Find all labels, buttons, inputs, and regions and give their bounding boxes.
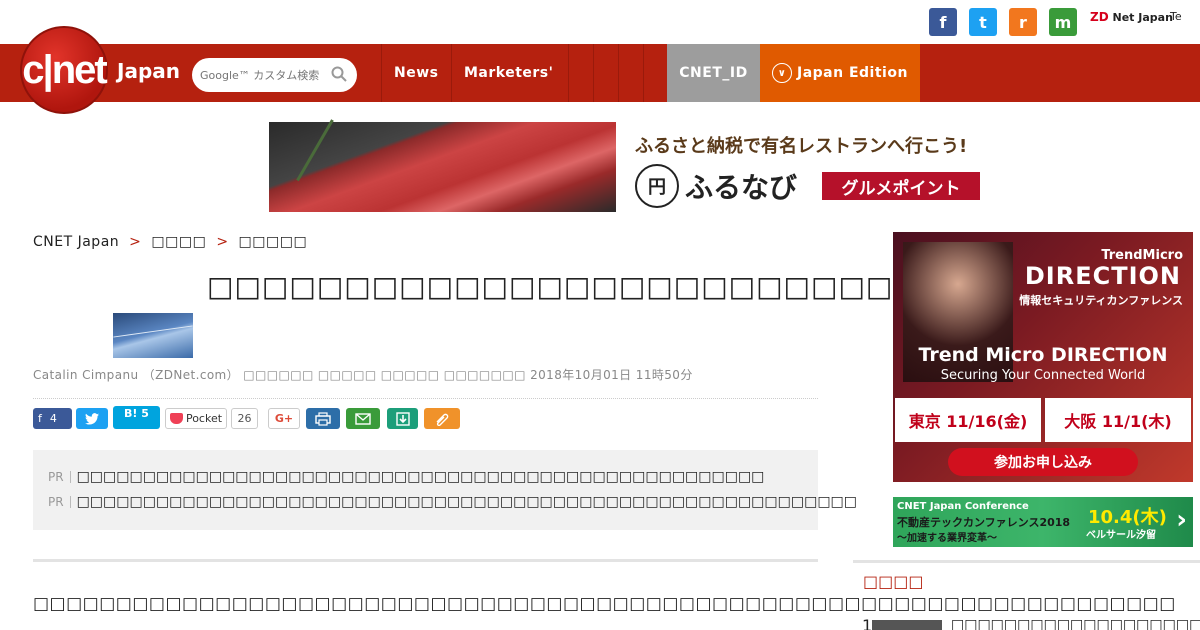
breadcrumb: CNET Japan > □□□□ > □□□□□ bbox=[33, 234, 307, 250]
pocket-count: 26 bbox=[231, 408, 258, 429]
banner-ad[interactable]: ふるさと納税で有名レストランへ行こう! 円 ふるなび グルメポイント bbox=[269, 119, 981, 215]
ranking-number: 1 bbox=[862, 616, 873, 630]
top-bar: f t r m ZD Net Japan Te bbox=[0, 0, 1200, 44]
furunavi-logo-icon: 円 bbox=[635, 164, 679, 208]
facebook-icon: f bbox=[38, 412, 42, 425]
hatena-icon: B! bbox=[124, 407, 138, 420]
pr-tag: PR bbox=[48, 470, 71, 483]
ad-city-tokyo: 東京 11/16(金) bbox=[895, 398, 1041, 442]
ad-cities: 東京 11/16(金) 大阪 11/1(木) bbox=[895, 398, 1191, 442]
conference-ad[interactable]: CNET Japan Conference 不動産テックカンファレンス2018 … bbox=[893, 497, 1193, 547]
banner-badge: グルメポイント bbox=[822, 172, 980, 200]
cnet-logo-text: c|net bbox=[22, 47, 107, 92]
chevron-right-icon: › bbox=[1176, 505, 1187, 535]
nav-news[interactable]: News bbox=[381, 44, 451, 102]
facebook-icon[interactable]: f bbox=[929, 8, 957, 36]
breadcrumb-home[interactable]: CNET Japan bbox=[33, 234, 119, 250]
nav-cnet-id[interactable]: CNET_ID bbox=[667, 44, 760, 102]
mail-icon[interactable]: m bbox=[1049, 8, 1077, 36]
nav-japan-edition[interactable]: ∨ Japan Edition bbox=[760, 44, 920, 102]
breadcrumb-separator: > bbox=[129, 234, 142, 250]
pr-link[interactable]: □□□□□□□□□□□□□□□□□□□□□□□□□□□□□□□□□□□□□□□□… bbox=[77, 494, 857, 510]
clip-button[interactable] bbox=[424, 408, 460, 429]
banner-meat-image bbox=[269, 119, 616, 215]
ad-subheadline: Securing Your Connected World bbox=[940, 368, 1146, 383]
ranking-thumbnail[interactable] bbox=[872, 620, 942, 630]
print-icon bbox=[315, 411, 331, 426]
ad-headline: Trend Micro DIRECTION bbox=[918, 344, 1168, 366]
divider bbox=[853, 560, 1200, 563]
chevron-down-icon: ∨ bbox=[772, 63, 792, 83]
cnet-logo[interactable]: c|net bbox=[20, 26, 108, 114]
print-button[interactable] bbox=[306, 408, 340, 429]
search-box bbox=[192, 58, 357, 92]
banner-tagline: ふるさと納税で有名レストランへ行こう! bbox=[635, 136, 968, 157]
article-thumbnail bbox=[113, 313, 193, 358]
email-share-button[interactable] bbox=[346, 408, 380, 429]
nav-marketers[interactable]: Marketers' bbox=[451, 44, 568, 102]
mail-icon bbox=[355, 412, 371, 425]
zdnet-japan-link[interactable]: ZD Net Japan bbox=[1090, 10, 1173, 24]
zdnet-logo-icon: ZD bbox=[1090, 10, 1109, 24]
nav-item-3[interactable] bbox=[568, 44, 593, 102]
techrepublic-link[interactable]: Te bbox=[1170, 10, 1182, 23]
ad2-label: CNET Japan Conference bbox=[897, 501, 1029, 512]
ad-event-name: DIRECTION bbox=[1024, 262, 1181, 290]
ad-conference-label: 情報セキュリティカンファレンス bbox=[1019, 294, 1183, 307]
search-input[interactable] bbox=[200, 68, 330, 82]
search-icon[interactable] bbox=[331, 66, 347, 82]
pr-tag: PR bbox=[48, 495, 71, 508]
ad2-place: ベルサール汐留 bbox=[1086, 530, 1156, 541]
pocket-icon bbox=[169, 413, 183, 424]
pocket-button[interactable]: Pocket bbox=[165, 408, 227, 429]
twitter-share-button[interactable] bbox=[76, 408, 108, 429]
article-byline: Catalin Cimpanu （ZDNet.com） □□□□□□ □□□□□… bbox=[33, 368, 693, 382]
rss-icon[interactable]: r bbox=[1009, 8, 1037, 36]
divider bbox=[33, 559, 818, 562]
japan-edition-label: Japan Edition bbox=[797, 65, 908, 81]
article-title: □□□□□□□□□□□□□□□□□□□□□□□□□□□ bbox=[207, 270, 949, 303]
divider bbox=[33, 398, 818, 399]
hatena-count: 5 bbox=[141, 407, 149, 420]
pr-link[interactable]: □□□□□□□□□□□□□□□□□□□□□□□□□□□□□□□□□□□□□□□□… bbox=[77, 469, 765, 485]
facebook-share-button[interactable]: f4 bbox=[33, 408, 72, 429]
hatena-bookmark-button[interactable]: B! 5 bbox=[113, 406, 160, 429]
facebook-share-count: 4 bbox=[49, 412, 57, 425]
nav-item-6[interactable] bbox=[643, 44, 668, 102]
ranking-item-title[interactable]: □□□□□□□□□□□□□□□□□□□□ bbox=[951, 617, 1200, 630]
trendmicro-ad[interactable]: TrendMicro DIRECTION 情報セキュリティカンファレンス Tre… bbox=[893, 232, 1193, 482]
sidebar-heading: □□□□ bbox=[863, 572, 924, 591]
pr-box: PR □□□□□□□□□□□□□□□□□□□□□□□□□□□□□□□□□□□□□… bbox=[33, 450, 857, 530]
save-button[interactable] bbox=[387, 408, 418, 429]
ad-city-osaka: 大阪 11/1(木) bbox=[1045, 398, 1191, 442]
ad-apply-button[interactable]: 参加お申し込み bbox=[948, 448, 1138, 476]
twitter-bird-icon bbox=[85, 412, 99, 425]
ad-brand: TrendMicro bbox=[1101, 248, 1183, 263]
pr-item[interactable]: PR □□□□□□□□□□□□□□□□□□□□□□□□□□□□□□□□□□□□□… bbox=[48, 489, 857, 514]
ad2-title: 不動産テックカンファレンス2018 bbox=[897, 516, 1071, 529]
logo-japan-label: Japan bbox=[117, 59, 180, 83]
breadcrumb-section[interactable]: □□□□ bbox=[151, 234, 206, 250]
paperclip-icon bbox=[436, 413, 449, 426]
zdnet-label: Net Japan bbox=[1112, 11, 1173, 24]
pr-item[interactable]: PR □□□□□□□□□□□□□□□□□□□□□□□□□□□□□□□□□□□□□… bbox=[48, 464, 803, 489]
nav-item-5[interactable] bbox=[618, 44, 643, 102]
breadcrumb-current[interactable]: □□□□□ bbox=[239, 234, 308, 250]
ad2-subtitle: 〜加速する業界変革〜 bbox=[897, 533, 997, 544]
banner-brand-name: ふるなび bbox=[685, 171, 798, 204]
google-plus-button[interactable]: G+ bbox=[268, 408, 300, 429]
twitter-icon[interactable]: t bbox=[969, 8, 997, 36]
article-body: □□□□□□□□□□□□□□□□□□□□□□□□□□□□□□□□□□□□□□□□… bbox=[33, 594, 1176, 614]
nav-item-4[interactable] bbox=[593, 44, 618, 102]
download-icon bbox=[395, 411, 410, 426]
banner-brand: 円 ふるなび bbox=[635, 164, 797, 208]
pocket-label: Pocket bbox=[185, 412, 223, 425]
breadcrumb-separator: > bbox=[216, 234, 229, 250]
